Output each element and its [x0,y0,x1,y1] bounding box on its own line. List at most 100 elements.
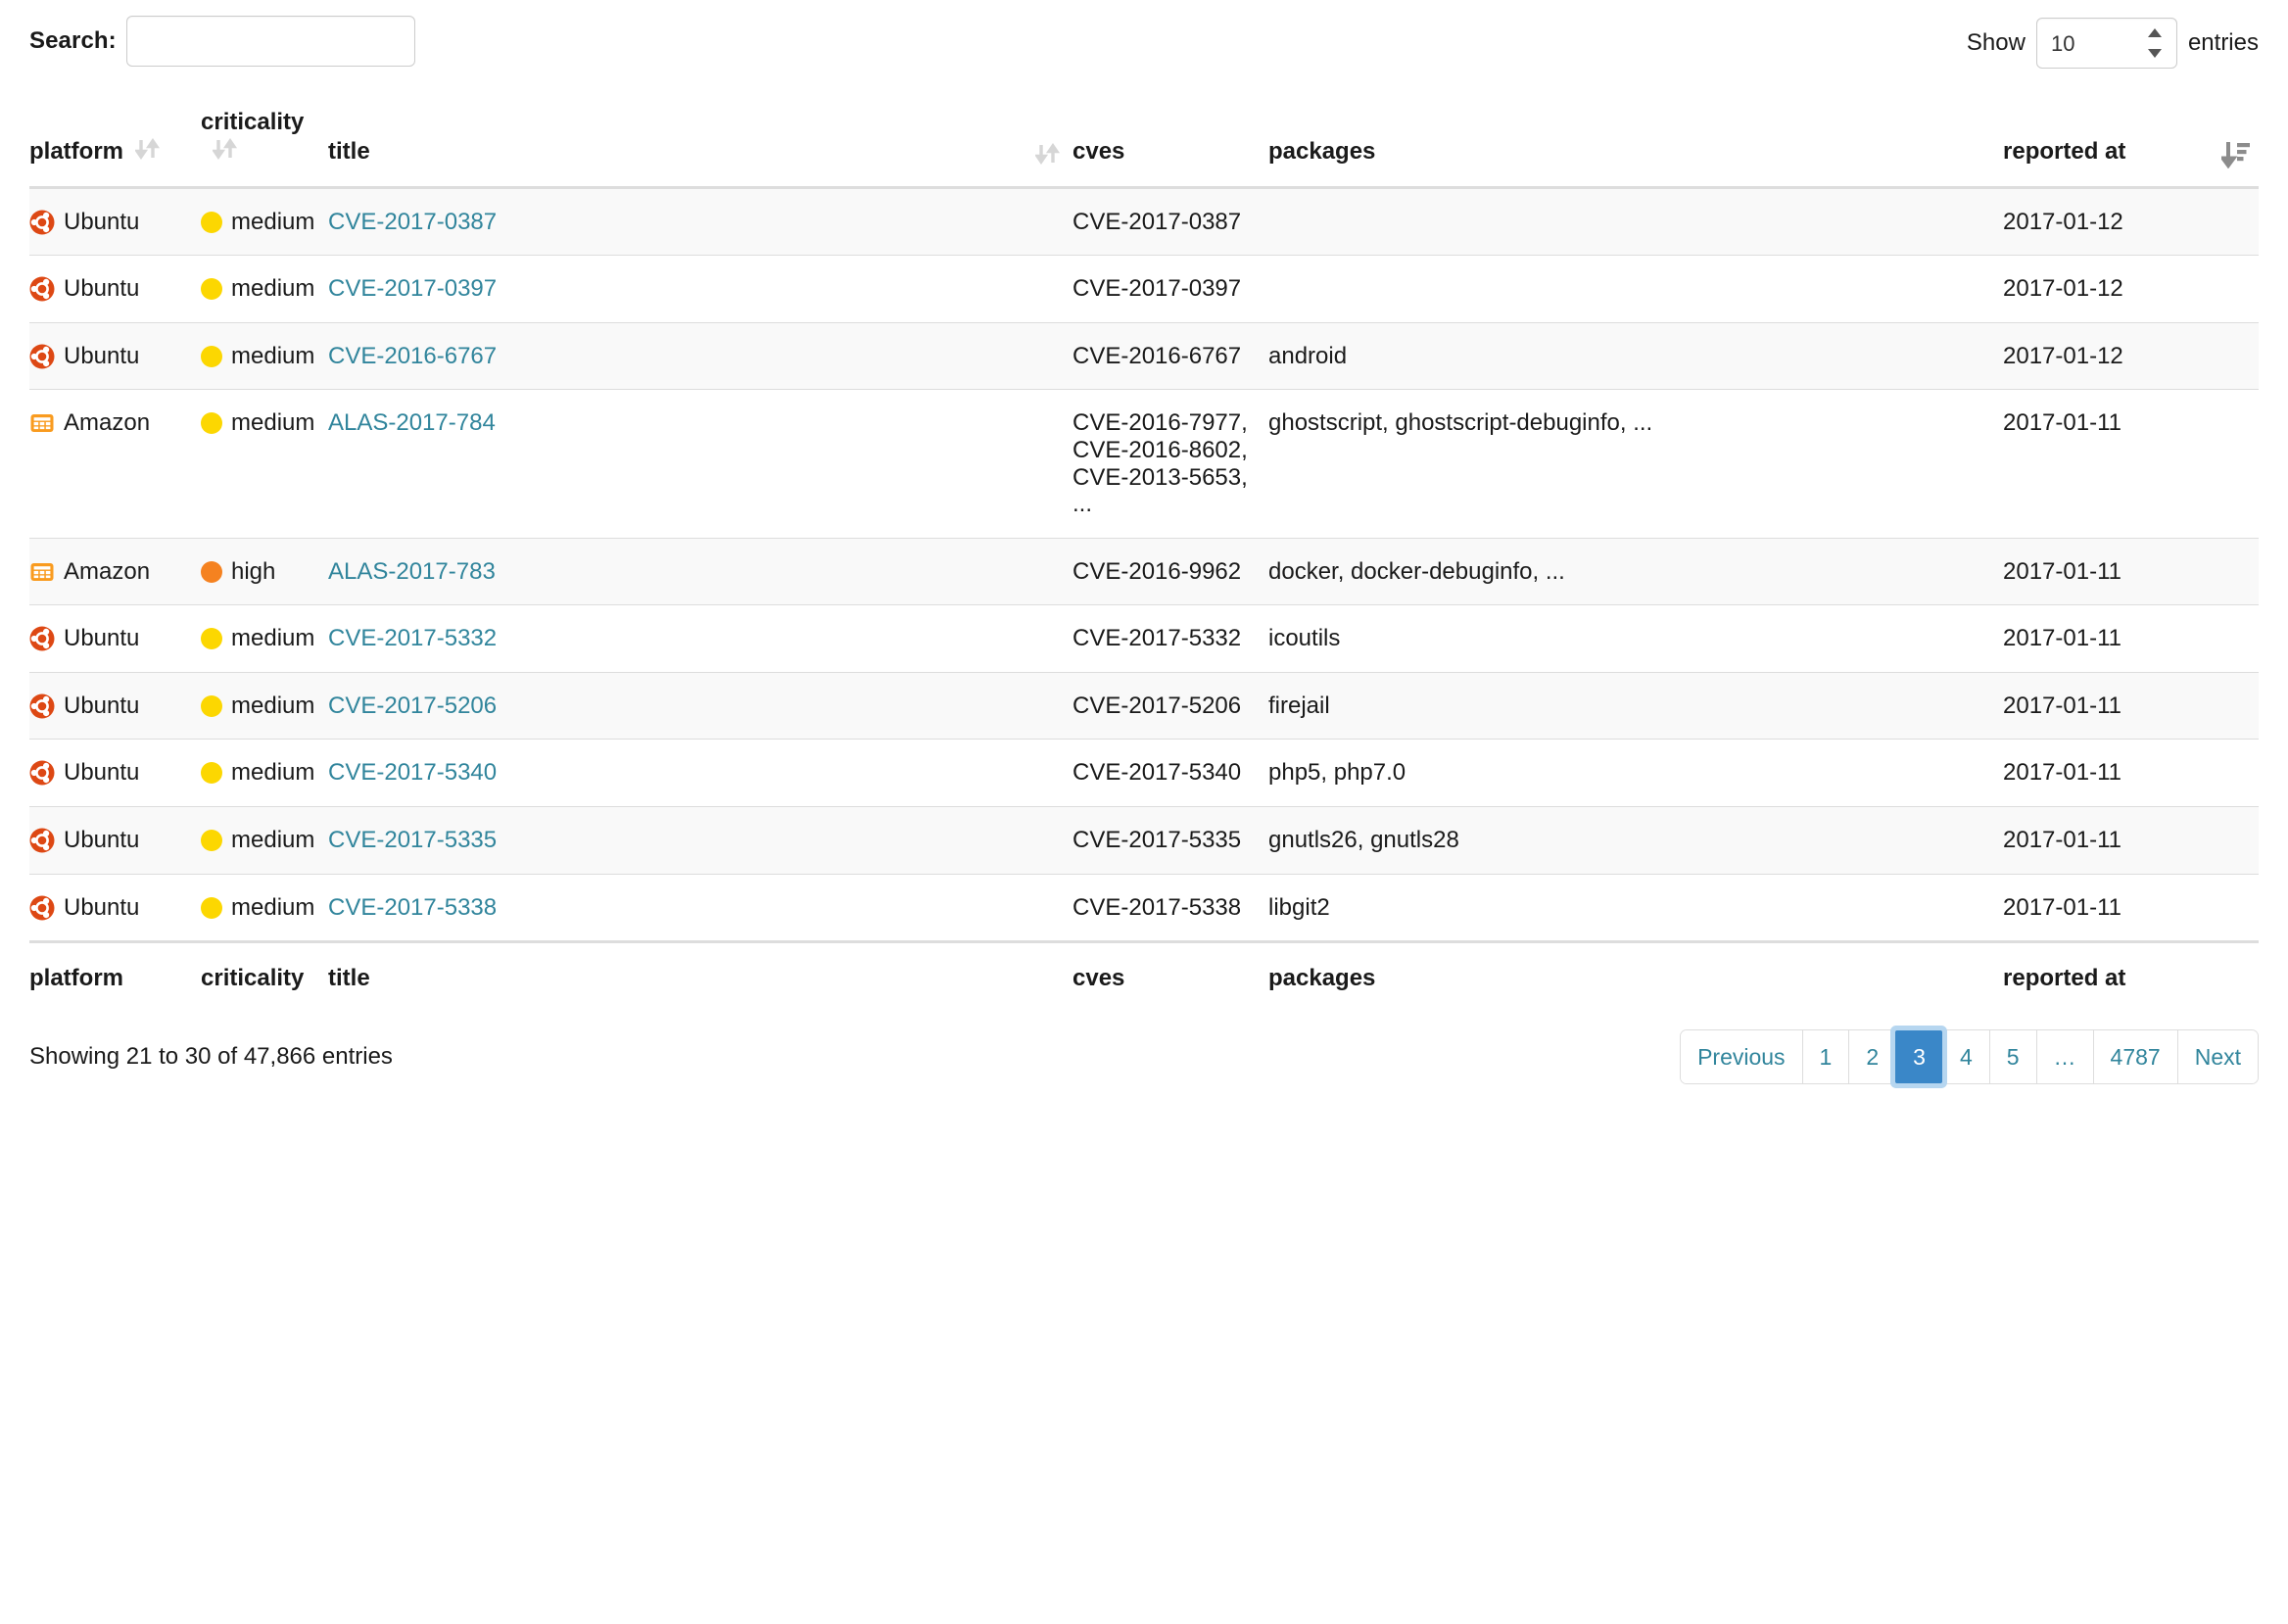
search-input[interactable] [125,16,415,67]
cell-packages: libgit2 [1268,873,2003,942]
page-length-select[interactable]: 102550100 [2035,18,2177,69]
column-header-cves[interactable]: cves [1072,90,1268,189]
table-row: Amazon high ALAS-2017-783 CVE-2016-9962 dock… [29,537,2259,605]
cell-platform: Ubuntu [29,187,201,256]
criticality-dot-icon [201,694,222,717]
cell-title: CVE-2016-6767 [328,321,1072,390]
pagination-page-4787[interactable]: 4787 [2092,1030,2177,1084]
cell-reported-at: 2017-01-11 [2003,806,2259,875]
pagination-page-4[interactable]: 4 [1941,1030,1989,1084]
column-header-platform[interactable]: platform [29,90,201,189]
table-row: Ubuntu medium CVE-2017-5338 CVE-2017-5338 li… [29,873,2259,942]
platform-name: Amazon [64,557,151,585]
column-header-title[interactable]: title [328,90,1072,189]
sort-both-icon [213,136,238,162]
header-row: platform criticality title cves packages… [29,90,2259,189]
search-label: Search: [29,27,117,54]
sort-amount-desc-icon [2218,141,2251,168]
cell-title: ALAS-2017-783 [328,537,1072,605]
pagination-page-5[interactable]: 5 [1988,1030,2036,1084]
column-header-platform-label: platform [29,138,123,166]
cell-packages: firejail [1268,671,2003,740]
criticality-dot-icon [201,896,222,919]
cell-criticality: medium [201,389,328,539]
pagination-next[interactable]: Next [2176,1030,2258,1084]
table-footer-controls: Showing 21 to 30 of 47,866 entries Previ… [29,1004,2259,1085]
table-row: Ubuntu medium CVE-2017-0387 CVE-2017-0387 20… [29,187,2259,256]
platform-name: Ubuntu [64,208,140,235]
cell-packages: gnutls26, gnutls28 [1268,806,2003,875]
cell-cves: CVE-2016-6767 [1072,321,1268,390]
ubuntu-icon [29,895,55,921]
cell-reported-at: 2017-01-11 [2003,873,2259,942]
sort-both-icon [1033,141,1065,168]
cell-packages: android [1268,321,2003,390]
cell-reported-at: 2017-01-12 [2003,321,2259,390]
criticality-dot-icon [201,345,222,367]
advisory-link[interactable]: CVE-2017-5206 [328,693,497,719]
ubuntu-icon [29,276,55,302]
advisory-link[interactable]: ALAS-2017-784 [328,409,496,436]
advisory-link[interactable]: CVE-2017-5332 [328,625,497,651]
cell-platform: Ubuntu [29,806,201,875]
criticality-dot-icon [201,560,222,583]
footer-header-platform: platform [29,940,201,1005]
advisory-link[interactable]: CVE-2017-0387 [328,209,497,235]
criticality-label: medium [231,342,315,369]
cell-packages: php5, php7.0 [1268,739,2003,807]
ubuntu-icon [29,828,55,853]
search-control: Search: [29,16,415,67]
cell-packages: ghostscript, ghostscript-debuginfo, ... [1268,389,2003,539]
advisory-link[interactable]: CVE-2017-5340 [328,759,497,786]
pagination-page-3[interactable]: 3 [1895,1030,1942,1084]
ubuntu-icon [29,760,55,786]
cell-title: CVE-2017-5340 [328,739,1072,807]
column-header-criticality-label: criticality [201,109,305,135]
advisory-link[interactable]: CVE-2017-5338 [328,894,497,921]
table-head: platform criticality title cves packages… [29,90,2259,189]
cell-cves: CVE-2016-9962 [1072,537,1268,605]
platform-name: Ubuntu [64,342,140,369]
advisory-link[interactable]: CVE-2017-5335 [328,827,497,853]
column-header-criticality[interactable]: criticality [201,90,328,189]
pagination-page-1[interactable]: 1 [1801,1030,1849,1084]
criticality-dot-icon [201,278,222,301]
criticality-label: medium [231,625,315,652]
cell-title: CVE-2017-5206 [328,671,1072,740]
criticality-label: medium [231,275,315,303]
advisory-link[interactable]: ALAS-2017-783 [328,558,496,585]
cell-platform: Ubuntu [29,671,201,740]
criticality-dot-icon [201,830,222,852]
cell-cves: CVE-2017-0397 [1072,255,1268,323]
table-body: Ubuntu medium CVE-2017-0387 CVE-2017-0387 20… [29,187,2259,942]
platform-name: Ubuntu [64,827,140,854]
advisory-link[interactable]: CVE-2017-0397 [328,275,497,302]
cell-cves: CVE-2017-0387 [1072,187,1268,256]
amazon-icon [29,559,55,585]
column-header-cves-label: cves [1072,138,1125,166]
column-header-reported-at[interactable]: reported at [2003,90,2259,189]
table-row: Ubuntu medium CVE-2017-0397 CVE-2017-0397 20… [29,255,2259,323]
datatable-page: Search: Show 102550100 entries platform [0,0,2288,1624]
platform-name: Ubuntu [64,275,140,303]
column-header-title-label: title [328,138,370,166]
cell-reported-at: 2017-01-12 [2003,255,2259,323]
cell-cves: CVE-2017-5340 [1072,739,1268,807]
criticality-label: medium [231,827,315,854]
cell-criticality: medium [201,604,328,673]
criticality-dot-icon [201,412,222,435]
footer-header-criticality: criticality [201,940,328,1005]
footer-header-packages: packages [1268,940,2003,1005]
platform-name: Amazon [64,409,151,437]
cell-cves: CVE-2017-5332 [1072,604,1268,673]
pagination-page-2[interactable]: 2 [1848,1030,1896,1084]
cell-reported-at: 2017-01-11 [2003,537,2259,605]
table-info: Showing 21 to 30 of 47,866 entries [29,1043,393,1071]
vulnerabilities-table: platform criticality title cves packages… [29,90,2259,1005]
column-header-packages[interactable]: packages [1268,90,2003,189]
advisory-link[interactable]: CVE-2016-6767 [328,343,497,369]
cell-criticality: medium [201,671,328,740]
cell-platform: Amazon [29,389,201,539]
pagination-previous[interactable]: Previous [1681,1030,1802,1084]
cell-reported-at: 2017-01-11 [2003,389,2259,539]
